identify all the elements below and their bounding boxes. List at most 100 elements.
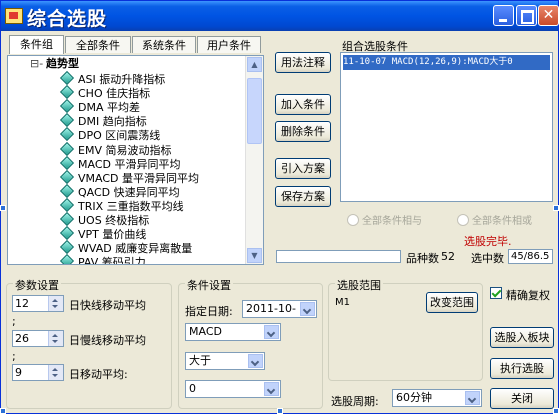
precise-adjust-label: 精确复权 [506,289,550,302]
change-range-button[interactable]: 改变范围 [426,292,478,313]
tab-user-conditions[interactable]: 用户条件 [197,36,261,53]
radio-circle-icon [457,214,469,226]
tree-item-label: EMV 简易波动指标 [78,143,172,157]
tree-item-label: QACD 快速异同平均 [78,185,180,199]
param-separator: ; [12,315,16,328]
close-button[interactable]: 关闭 [490,388,554,409]
window-title: 综合选股 [27,8,108,30]
logic-and-radio[interactable]: 全部条件相与 [347,212,422,227]
params-group-label: 参数设置 [13,277,61,293]
execute-selection-button[interactable]: 执行选股 [490,358,554,379]
logic-or-radio[interactable]: 全部条件相或 [457,212,532,227]
period-select[interactable]: 60分钟 [392,389,482,407]
tree-scrollbar[interactable]: ▲ ▼ [245,56,263,264]
count-label: 品种数 [406,252,439,265]
operator-select[interactable]: 大于 [185,352,265,370]
combo-condition-item[interactable]: 11-10-07 MACD(12,26,9):MACD大于0 [343,55,550,70]
range-group-label: 选股范围 [335,277,383,293]
add-condition-button[interactable]: 加入条件 [275,94,331,115]
combo-conditions-list[interactable]: 11-10-07 MACD(12,26,9):MACD大于0 [340,52,553,202]
precise-adjust-checkbox[interactable] [490,287,502,299]
save-scheme-button[interactable]: 保存方案 [275,186,331,207]
scroll-up-arrow-icon[interactable]: ▲ [247,57,262,72]
dropdown-arrow-icon[interactable] [300,302,315,316]
operator-value: 大于 [189,354,211,367]
indicator-gem-icon [59,240,75,255]
scroll-thumb[interactable] [247,78,262,144]
indicator-gem-icon [59,211,75,227]
tree-item-label: DPO 区间震荡线 [78,129,161,143]
tree-collapse-icon[interactable]: ⊟- [30,56,46,72]
tree-item[interactable]: PAV 筹码引力 [59,254,146,264]
tree-item-label: MACD 平滑异同平均 [78,157,181,171]
maximize-button[interactable] [516,5,537,26]
condition-tree: ⊟- 趋势型 ASI 振动升降指标 CHO 佳庆指标 DMA 平均差 DMI 趋向指标 D… [7,55,264,265]
indicator-gem-icon [59,226,75,241]
tab-all-conditions[interactable]: 全部条件 [65,36,131,53]
param-fast-label: 日快线移动平均 [69,299,146,312]
value-select[interactable]: 0 [185,380,281,398]
param-fast-stepper[interactable]: 12 [12,295,64,312]
param-signal-stepper[interactable]: 9 [12,364,64,381]
tree-item-label: TRIX 三重指数平均线 [78,199,184,213]
title-bar[interactable]: 综合选股 ✕ [1,1,559,31]
indicator-gem-icon [59,113,75,128]
indicator-gem-icon [59,155,75,170]
usage-note-button[interactable]: 用法注释 [275,52,331,73]
tree-item-label: WVAD 威廉变异离散量 [78,242,193,256]
tab-system-conditions[interactable]: 系统条件 [132,36,196,53]
condition-group-label: 条件设置 [185,277,233,293]
threshold-value: 0 [189,382,196,395]
range-value: M1 [335,297,350,308]
resize-handle-left-icon[interactable] [0,205,6,211]
param-slow-label: 日慢线移动平均 [69,334,146,347]
dropdown-arrow-icon[interactable] [465,391,480,405]
main-window: 综合选股 ✕ 条件组 全部条件 系统条件 用户条件 ⊟- 趋势型 ASI 振动升降… [0,0,559,414]
radio-circle-icon [347,214,359,226]
logic-or-label: 全部条件相或 [472,216,532,227]
tree-item-label: ASI 振动升降指标 [78,73,166,86]
selected-label: 选中数 [471,252,504,265]
period-label: 选股周期: [331,395,379,408]
date-picker[interactable]: 2011-10- 7 [242,300,317,318]
scroll-down-arrow-icon[interactable]: ▼ [247,248,262,263]
indicator-gem-icon [59,197,75,212]
resize-handle-right-icon[interactable] [553,205,559,211]
indicator-gem-icon [59,85,75,100]
tree-root-node[interactable]: ⊟- 趋势型 [30,56,79,72]
resize-handle-corner-icon[interactable] [0,408,6,414]
add-to-sector-button[interactable]: 选股入板块 [490,327,554,348]
dropdown-arrow-icon[interactable] [264,325,279,339]
tree-root-label: 趋势型 [46,57,79,70]
resize-handle-bottom-icon[interactable] [277,408,283,414]
status-text: 选股完毕. [464,235,512,248]
load-scheme-button[interactable]: 引入方案 [275,158,331,179]
tree-item-label: VPT 量价曲线 [78,228,147,242]
tree-item-label: DMI 趋向指标 [78,115,147,129]
indicator-gem-icon [59,254,75,264]
tree-item-label: VMACD 量平滑异同平均 [78,171,199,185]
resize-handle-corner-icon[interactable] [553,408,559,414]
param-slow-stepper[interactable]: 26 [12,330,64,347]
spin-arrows-icon[interactable] [48,365,63,380]
tab-condition-group[interactable]: 条件组 [9,35,64,54]
minimize-button[interactable] [493,5,514,26]
progress-bar [276,250,401,263]
period-value: 60分钟 [396,391,432,404]
dropdown-arrow-icon[interactable] [264,382,279,396]
indicator-select[interactable]: MACD [185,323,281,341]
indicator-gem-icon [59,141,75,156]
indicator-gem-icon [59,70,75,86]
indicator-gem-icon [59,99,75,114]
param-slow-value: 26 [15,332,29,345]
dropdown-arrow-icon[interactable] [248,354,263,368]
param-signal-value: 9 [15,366,22,379]
close-window-button[interactable]: ✕ [538,5,559,26]
indicator-gem-icon [59,169,75,184]
tree-item-label: DMA 平均差 [78,101,140,115]
spin-arrows-icon[interactable] [48,296,63,311]
indicator-gem-icon [59,127,75,142]
delete-condition-button[interactable]: 删除条件 [275,121,331,142]
param-separator: ; [12,350,16,363]
spin-arrows-icon[interactable] [48,331,63,346]
